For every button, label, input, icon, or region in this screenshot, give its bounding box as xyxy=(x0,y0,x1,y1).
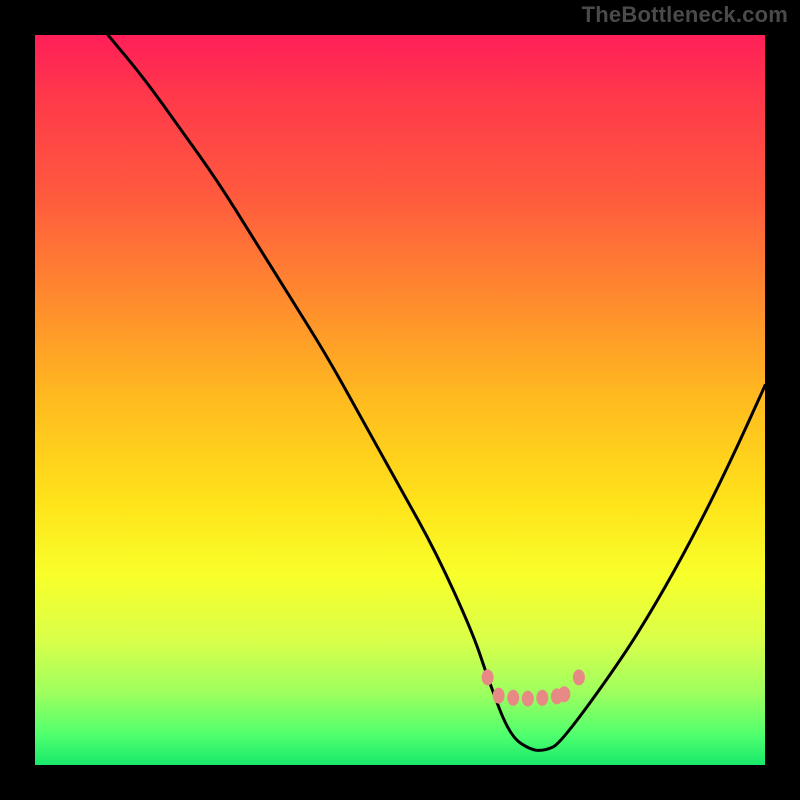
marker-dot xyxy=(573,669,585,685)
chart-frame: TheBottleneck.com xyxy=(0,0,800,800)
flat-region-markers xyxy=(482,669,585,706)
marker-dot xyxy=(522,691,534,707)
marker-dot xyxy=(536,690,548,706)
plot-outer xyxy=(35,35,765,765)
curve-line xyxy=(108,35,765,750)
attribution-label: TheBottleneck.com xyxy=(582,2,788,28)
plot-svg xyxy=(35,35,765,765)
marker-dot xyxy=(507,690,519,706)
marker-dot xyxy=(482,669,494,685)
marker-dot xyxy=(558,686,570,702)
marker-dot xyxy=(493,688,505,704)
